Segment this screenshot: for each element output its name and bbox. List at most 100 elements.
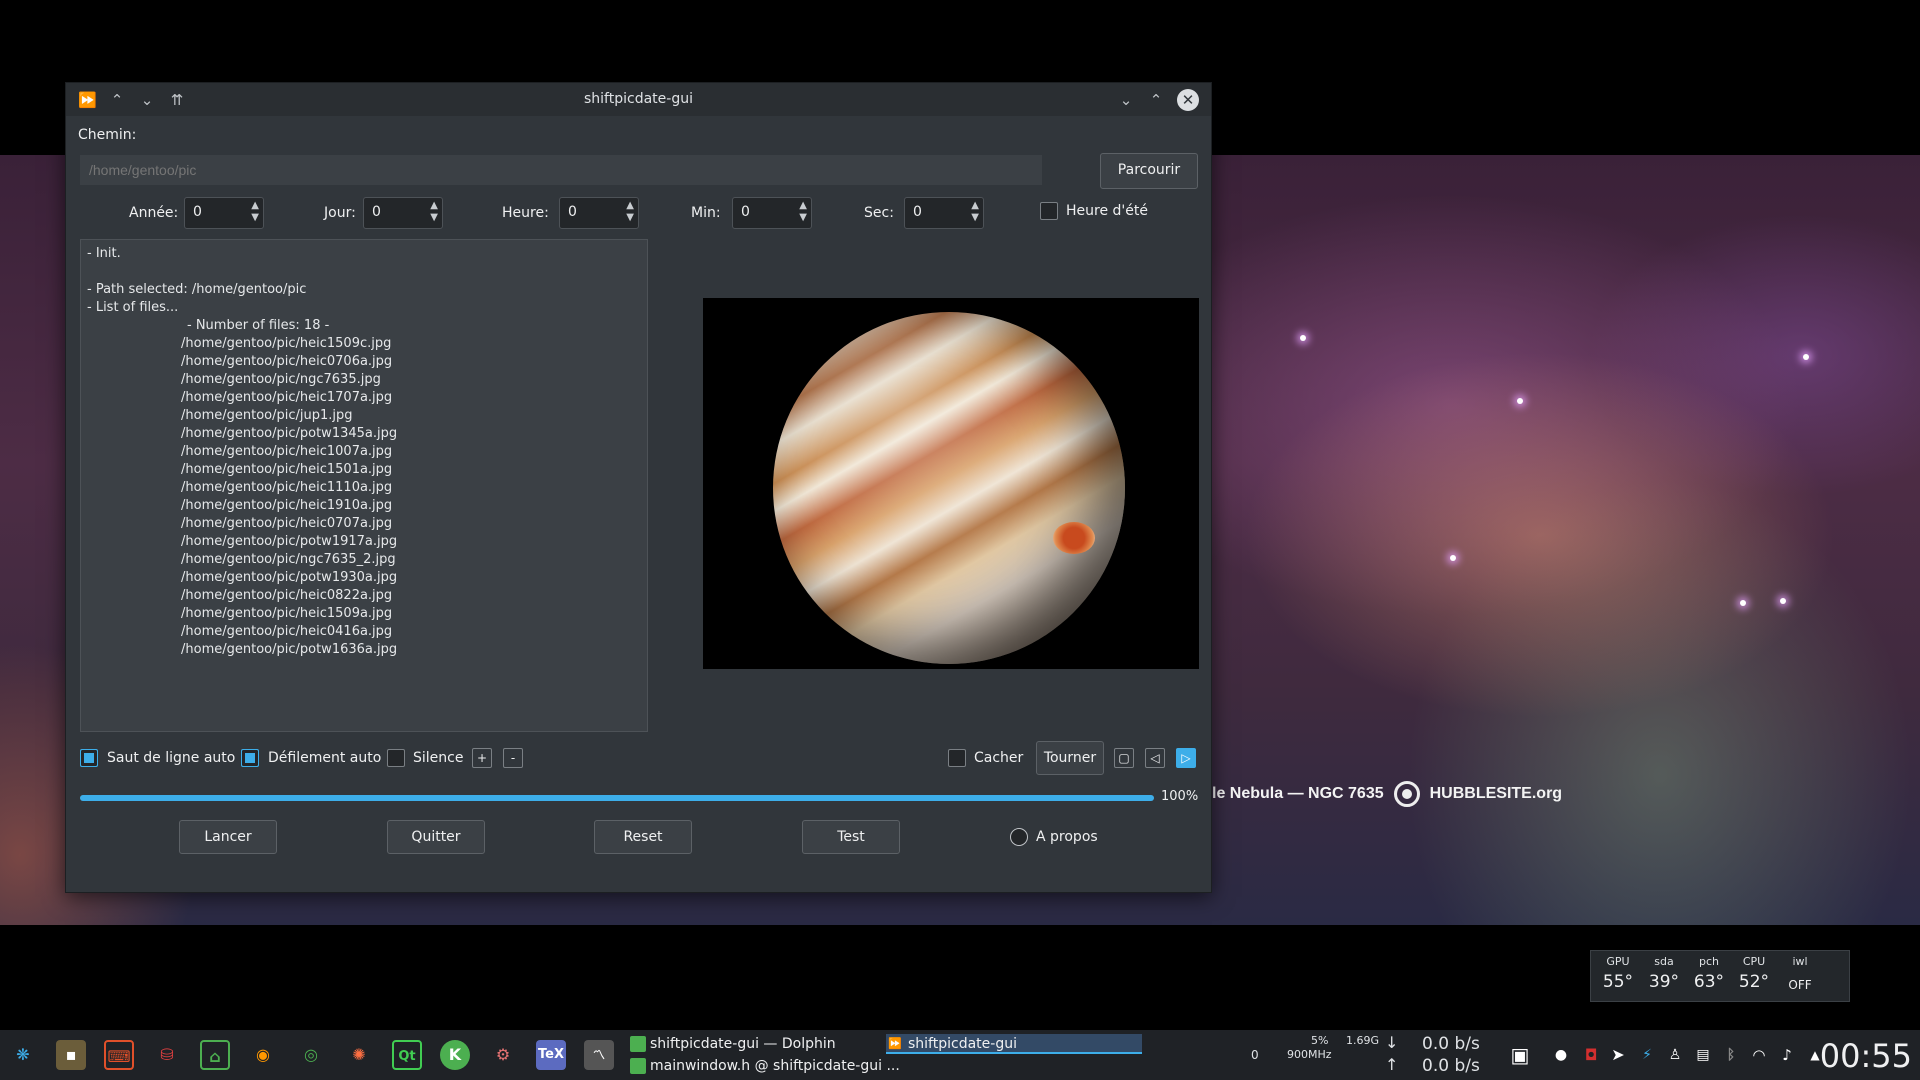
spin-arrows-icon[interactable]: ▲ ▼ (251, 200, 259, 224)
wifi-icon[interactable]: ◠ (1744, 1040, 1774, 1070)
monitor-icon[interactable]: 〽 (584, 1040, 614, 1070)
fit-square-icon[interactable]: ▢ (1114, 748, 1134, 768)
rotate-button[interactable]: Tourner (1036, 741, 1104, 775)
chrome-icon[interactable]: ◎ (296, 1040, 326, 1070)
clipboard-icon[interactable]: ▤ (1688, 1040, 1718, 1070)
task-editor[interactable]: mainwindow.h @ shiftpicdate-gui ... (628, 1056, 900, 1076)
hour-value: 0 (568, 204, 577, 220)
hour-label: Heure: (502, 205, 549, 221)
previous-image-icon[interactable]: ◁ (1145, 748, 1165, 768)
terminal-icon[interactable]: ▪ (56, 1040, 86, 1070)
net-down: 0.0 b/s (1422, 1034, 1480, 1054)
day-spinbox[interactable]: 0 ▲ ▼ (363, 197, 443, 229)
cpu-chip-icon[interactable]: ▣ (1505, 1040, 1535, 1070)
editor-small-icon (630, 1058, 646, 1074)
app-launcher-icon[interactable]: ❋ (8, 1040, 38, 1070)
quit-button[interactable]: Quitter (387, 820, 485, 854)
log-file-entry: /home/gentoo/pic/heic1110a.jpg (181, 480, 393, 495)
spin-arrows-icon[interactable]: ▲ ▼ (971, 200, 979, 224)
font-plus-button[interactable]: + (472, 748, 492, 768)
font-minus-button[interactable]: - (503, 748, 523, 768)
browse-button[interactable]: Parcourir (1100, 153, 1198, 189)
log-file-entry: /home/gentoo/pic/heic1501a.jpg (181, 462, 393, 477)
record-dot-icon[interactable]: ● (1546, 1040, 1576, 1070)
run-button[interactable]: Lancer (179, 820, 277, 854)
task-label: mainwindow.h @ shiftpicdate-gui ... (650, 1058, 900, 1074)
temp-cpu: CPU 52° (1732, 955, 1776, 992)
close-icon[interactable]: ✕ (1177, 89, 1199, 111)
second-spinbox[interactable]: 0 ▲ ▼ (904, 197, 984, 229)
year-label: Année: (129, 205, 179, 221)
home-folder-icon[interactable]: ⌂ (200, 1040, 230, 1070)
spin-arrows-icon[interactable]: ▲ ▼ (430, 200, 438, 224)
maximize-icon[interactable]: ⌃ (1147, 91, 1165, 109)
log-file-entry: /home/gentoo/pic/potw1917a.jpg (181, 534, 398, 549)
temp-gpu: GPU 55° (1596, 955, 1640, 992)
day-label: Jour: (324, 205, 356, 221)
temp-label: CPU (1742, 955, 1766, 968)
tex-icon[interactable]: TeX (536, 1040, 566, 1070)
kdevelop-icon[interactable]: ✺ (344, 1040, 374, 1070)
bluetooth-icon[interactable]: ᛒ (1716, 1040, 1746, 1070)
spin-arrows-icon[interactable]: ▲ ▼ (799, 200, 807, 224)
telegram-icon[interactable]: ➤ (1603, 1040, 1633, 1070)
title-bar[interactable]: ⏩ ⌃ ⌄ ⇈ shiftpicdate-gui ⌄ ⌃ ✕ (66, 83, 1211, 116)
progress-fill (80, 795, 1154, 801)
volume-icon[interactable]: ♪ (1772, 1040, 1802, 1070)
temp-value: 39° (1648, 972, 1680, 992)
log-file-entry: /home/gentoo/pic/potw1636a.jpg (181, 642, 398, 657)
kdeconnect-icon[interactable]: ⚡ (1632, 1040, 1662, 1070)
task-shiftpicdate[interactable]: ⏩ shiftpicdate-gui (886, 1034, 1142, 1054)
reset-button[interactable]: Reset (594, 820, 692, 854)
temp-pch: pch 63° (1687, 955, 1731, 992)
minimize-icon[interactable]: ⌄ (1117, 91, 1135, 109)
star (1450, 555, 1456, 561)
krita-icon[interactable]: K (440, 1040, 470, 1070)
log-file-entry: /home/gentoo/pic/potw1345a.jpg (181, 426, 398, 441)
next-image-icon[interactable]: ▷ (1176, 748, 1196, 768)
star (1300, 335, 1306, 341)
scroll-checkbox[interactable] (241, 749, 259, 767)
editor-icon[interactable]: ⌨ (104, 1040, 134, 1070)
day-value: 0 (372, 204, 381, 220)
wrap-checkbox[interactable] (80, 749, 98, 767)
wallpaper-caption-text: le Nebula — NGC 7635 (1212, 785, 1384, 802)
star (1740, 600, 1746, 606)
path-input[interactable] (80, 155, 1042, 185)
qt-creator-icon[interactable]: Qt (392, 1040, 422, 1070)
silence-checkbox[interactable] (387, 749, 405, 767)
wallpaper-caption-site: HUBBLESITE.org (1429, 785, 1563, 802)
spin-arrows-icon[interactable]: ▲ ▼ (626, 200, 634, 224)
log-file-entry: /home/gentoo/pic/heic1007a.jpg (181, 444, 393, 459)
hour-spinbox[interactable]: 0 ▲ ▼ (559, 197, 639, 229)
camera-icon[interactable]: ◘ (1576, 1040, 1606, 1070)
minute-spinbox[interactable]: 0 ▲ ▼ (732, 197, 812, 229)
second-value: 0 (913, 204, 922, 220)
year-spinbox[interactable]: 0 ▲ ▼ (184, 197, 264, 229)
wallpaper-caption: le Nebula — NGC 7635 HUBBLESITE.org (1212, 781, 1562, 807)
clock[interactable]: 00:55 (1820, 1037, 1912, 1075)
hubble-logo-icon (1393, 781, 1420, 807)
test-button[interactable]: Test (802, 820, 900, 854)
temp-sda: sda 39° (1642, 955, 1686, 992)
settings-gear-icon[interactable]: ⚙ (488, 1040, 518, 1070)
great-red-spot (1053, 522, 1095, 554)
hide-checkbox[interactable] (948, 749, 966, 767)
firefox-icon[interactable]: ◉ (248, 1040, 278, 1070)
window-title: shiftpicdate-gui (584, 91, 693, 107)
about-radio[interactable] (1010, 828, 1028, 846)
log-output[interactable]: - Init. - Path selected: /home/gentoo/pi… (80, 239, 648, 732)
progress-text: 100% (1161, 789, 1199, 804)
net-up: 0.0 b/s (1422, 1056, 1480, 1076)
image-preview (703, 298, 1199, 669)
task-label: shiftpicdate-gui (908, 1036, 1017, 1052)
wrap-label: Saut de ligne auto (107, 750, 236, 766)
git-icon[interactable]: ⛁ (152, 1040, 182, 1070)
hide-label: Cacher (974, 750, 1024, 766)
dst-checkbox[interactable] (1040, 202, 1058, 220)
temp-label: pch (1698, 955, 1719, 968)
cpu-count: 0 (1251, 1048, 1259, 1062)
user-icon[interactable]: ♙ (1660, 1040, 1690, 1070)
task-dolphin[interactable]: shiftpicdate-gui — Dolphin (628, 1034, 836, 1054)
log-file-entry: /home/gentoo/pic/heic0822a.jpg (181, 588, 393, 603)
